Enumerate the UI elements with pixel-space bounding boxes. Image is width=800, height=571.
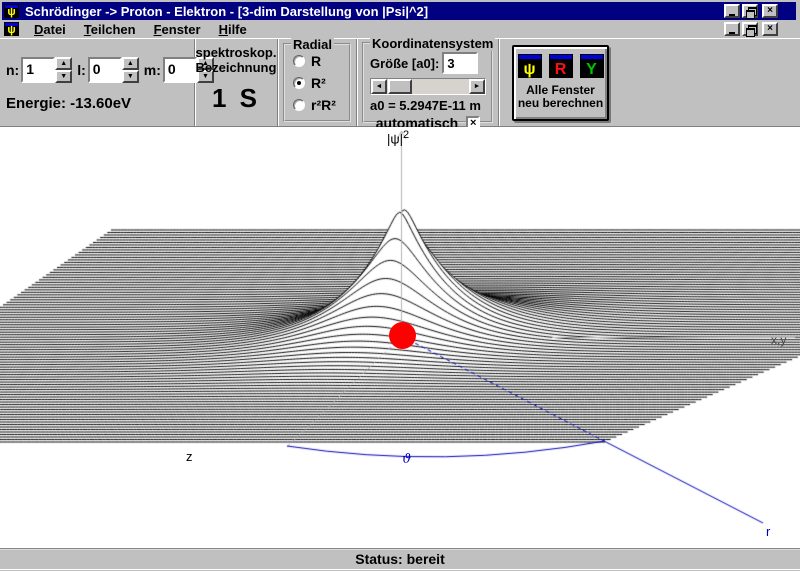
- theta-axis-label: ϑ: [402, 452, 411, 467]
- spherical-harmonic-window-icon: Y: [580, 54, 604, 78]
- menu-fenster[interactable]: Fenster: [145, 21, 210, 38]
- close-button[interactable]: ×: [762, 4, 778, 18]
- recalc-button-label: Alle Fenster neu berechnen: [518, 84, 603, 110]
- radial-title: Radial: [291, 37, 334, 52]
- size-input[interactable]: 3: [442, 52, 478, 74]
- menu-datei[interactable]: Datei: [25, 21, 75, 38]
- quantum-spin-row: n: 1 ▲ ▼ l: 0 ▲ ▼ m: 0 ▲: [6, 57, 188, 83]
- coords-title: Koordinatensystem: [370, 36, 495, 51]
- recalc-icons: ψ R Y: [518, 54, 604, 78]
- energy-value: Energie: -13.60eV: [6, 95, 188, 112]
- mdi-window-buttons: ×: [724, 22, 778, 36]
- n-down-button[interactable]: ▼: [55, 70, 72, 83]
- menu-hilfe[interactable]: Hilfe: [210, 21, 256, 38]
- status-bar: Status: bereit: [0, 548, 800, 570]
- xy-axis-label: x,y: [771, 333, 786, 347]
- l-down-button[interactable]: ▼: [122, 70, 139, 83]
- close-icon: ×: [767, 6, 773, 16]
- size-scrollbar[interactable]: ◄ ►: [370, 78, 486, 95]
- restore-icon: [746, 25, 755, 34]
- spectroscopic-term: 1 S: [212, 83, 260, 114]
- title-bar: ψ Schrödinger -> Proton - Elektron - [3-…: [2, 2, 796, 20]
- radial-option-R[interactable]: R: [293, 53, 343, 69]
- radio-icon[interactable]: [293, 77, 305, 89]
- minimize-icon: [729, 32, 735, 34]
- l-stepper: 0 ▲ ▼: [88, 57, 139, 83]
- r-axis-label: r: [766, 524, 770, 539]
- recalc-panel: ψ R Y Alle Fenster neu berechnen: [499, 39, 800, 126]
- menu-teilchen[interactable]: Teilchen: [75, 21, 145, 38]
- m-label: m:: [144, 62, 161, 78]
- n-stepper: 1 ▲ ▼: [21, 57, 72, 83]
- minimize-button[interactable]: [724, 4, 740, 18]
- spectroscopic-title-2: Bezeichnung: [196, 60, 277, 75]
- psi-glyph: ψ: [7, 7, 15, 18]
- recalculate-all-windows-button[interactable]: ψ R Y Alle Fenster neu berechnen: [512, 45, 609, 121]
- mdi-restore-button[interactable]: [742, 22, 758, 36]
- mdi-psi-icon[interactable]: ψ: [4, 22, 19, 36]
- surface-plot-area: |ψ|2 x,y z ϑ r: [0, 127, 800, 548]
- toolbar: n: 1 ▲ ▼ l: 0 ▲ ▼ m: 0 ▲: [0, 38, 800, 127]
- radio-icon[interactable]: [293, 99, 305, 111]
- restore-button[interactable]: [742, 4, 758, 18]
- radial-groupbox: Radial R R² r²R²: [283, 43, 351, 122]
- scrollbar-track[interactable]: [412, 79, 469, 94]
- l-label: l:: [77, 62, 86, 78]
- z-axis-label: z: [186, 449, 193, 464]
- mdi-minimize-button[interactable]: [724, 22, 740, 36]
- coordinate-system-panel: Koordinatensystem Größe [a0]: 3 ◄ ► a0 =…: [357, 39, 499, 126]
- close-icon: ×: [767, 24, 773, 34]
- mdi-close-button[interactable]: ×: [762, 22, 778, 36]
- coords-groupbox: Koordinatensystem Größe [a0]: 3 ◄ ► a0 =…: [362, 42, 493, 123]
- l-input[interactable]: 0: [88, 57, 122, 83]
- a0-value: a0 = 5.2947E-11 m: [370, 98, 486, 113]
- radio-icon[interactable]: [293, 55, 305, 67]
- radial-panel: Radial R R² r²R²: [278, 39, 357, 126]
- scrollbar-thumb[interactable]: [388, 79, 412, 94]
- minimize-icon: [729, 14, 735, 16]
- m-input[interactable]: 0: [163, 57, 197, 83]
- quantum-numbers-panel: n: 1 ▲ ▼ l: 0 ▲ ▼ m: 0 ▲: [0, 39, 195, 126]
- radial-window-icon: R: [549, 54, 573, 78]
- n-label: n:: [6, 62, 19, 78]
- nucleus-marker: [389, 322, 416, 349]
- l-up-button[interactable]: ▲: [122, 57, 139, 70]
- spectroscopic-panel: spektroskop. Bezeichnung 1 S: [195, 39, 278, 126]
- size-label: Größe [a0]:: [370, 56, 439, 71]
- status-text: Status: bereit: [355, 551, 444, 567]
- n-up-button[interactable]: ▲: [55, 57, 72, 70]
- app-psi-icon[interactable]: ψ: [4, 4, 19, 18]
- psi-glyph: ψ: [7, 25, 15, 36]
- window-title: Schrödinger -> Proton - Elektron - [3-di…: [25, 4, 724, 19]
- scrollbar-left-arrow[interactable]: ◄: [371, 79, 387, 94]
- scrollbar-right-arrow[interactable]: ►: [469, 79, 485, 94]
- radial-option-r2R2[interactable]: r²R²: [293, 97, 343, 113]
- vertical-axis-label: |ψ|2: [387, 129, 409, 146]
- restore-icon: [746, 7, 755, 16]
- radial-option-R2[interactable]: R²: [293, 75, 343, 91]
- window-buttons: ×: [724, 4, 778, 18]
- psi-window-icon: ψ: [518, 54, 542, 78]
- n-input[interactable]: 1: [21, 57, 55, 83]
- spectroscopic-title-1: spektroskop.: [196, 45, 277, 60]
